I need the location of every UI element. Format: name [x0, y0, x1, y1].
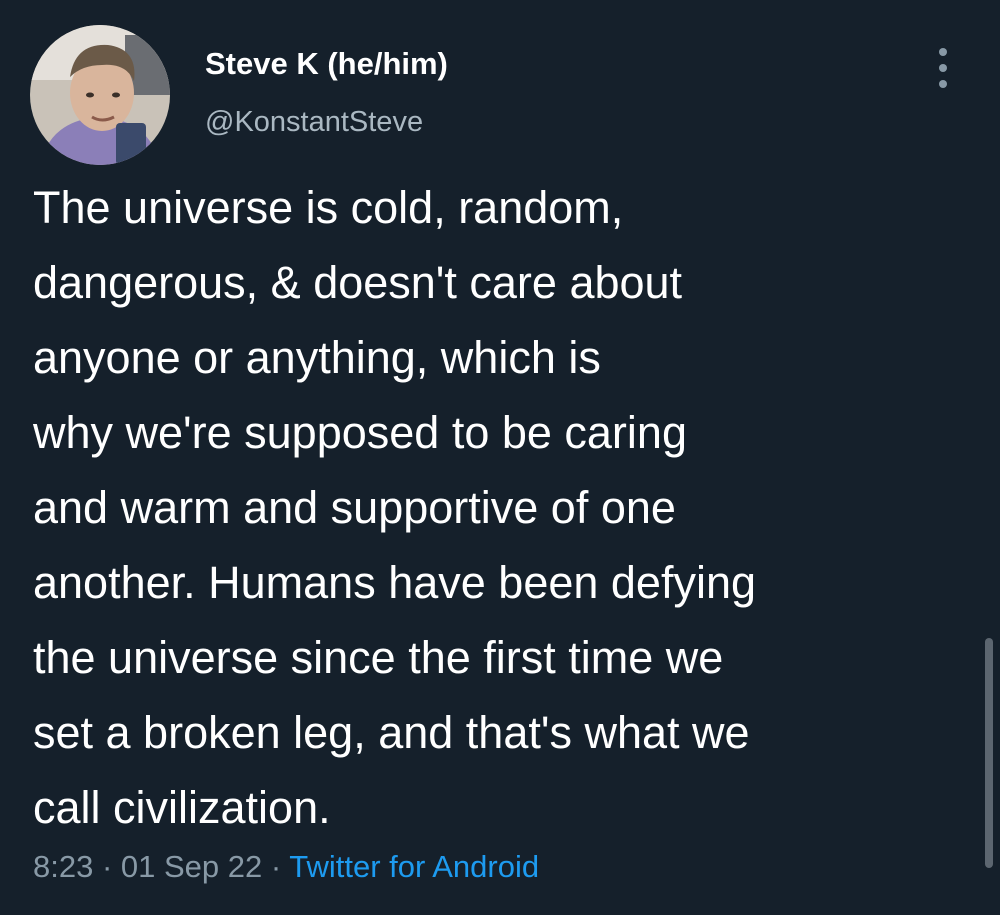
tweet-text-line: and warm and supportive of one	[33, 482, 676, 533]
tweet-card: Steve K (he/him) @KonstantSteve The univ…	[0, 0, 1000, 915]
scrollbar[interactable]	[985, 638, 993, 868]
tweet-text-line: call civilization.	[33, 782, 331, 833]
more-vertical-icon[interactable]	[930, 44, 956, 92]
meta-separator: ·	[262, 849, 290, 884]
avatar[interactable]	[30, 25, 170, 165]
tweet-text: The universe is cold, random, dangerous,…	[33, 170, 973, 845]
tweet-meta: 8:23 · 01 Sep 22 · Twitter for Android	[33, 849, 539, 885]
user-handle[interactable]: @KonstantSteve	[205, 106, 423, 139]
tweet-text-line: set a broken leg, and that's what we	[33, 707, 750, 758]
tweet-time[interactable]: 8:23	[33, 849, 93, 884]
tweet-text-line: dangerous, & doesn't care about	[33, 257, 683, 308]
display-name[interactable]: Steve K (he/him)	[205, 46, 448, 82]
tweet-text-line: anyone or anything, which is	[33, 332, 601, 383]
tweet-text-line: why we're supposed to be caring	[33, 407, 687, 458]
tweet-text-line: The universe is cold, random,	[33, 182, 624, 233]
tweet-text-line: the universe since the first time we	[33, 632, 724, 683]
tweet-text-line: another. Humans have been defying	[33, 557, 757, 608]
tweet-date[interactable]: 01 Sep 22	[121, 849, 262, 884]
meta-separator: ·	[93, 849, 121, 884]
profile-photo-icon	[30, 25, 170, 165]
tweet-source-link[interactable]: Twitter for Android	[289, 849, 539, 884]
